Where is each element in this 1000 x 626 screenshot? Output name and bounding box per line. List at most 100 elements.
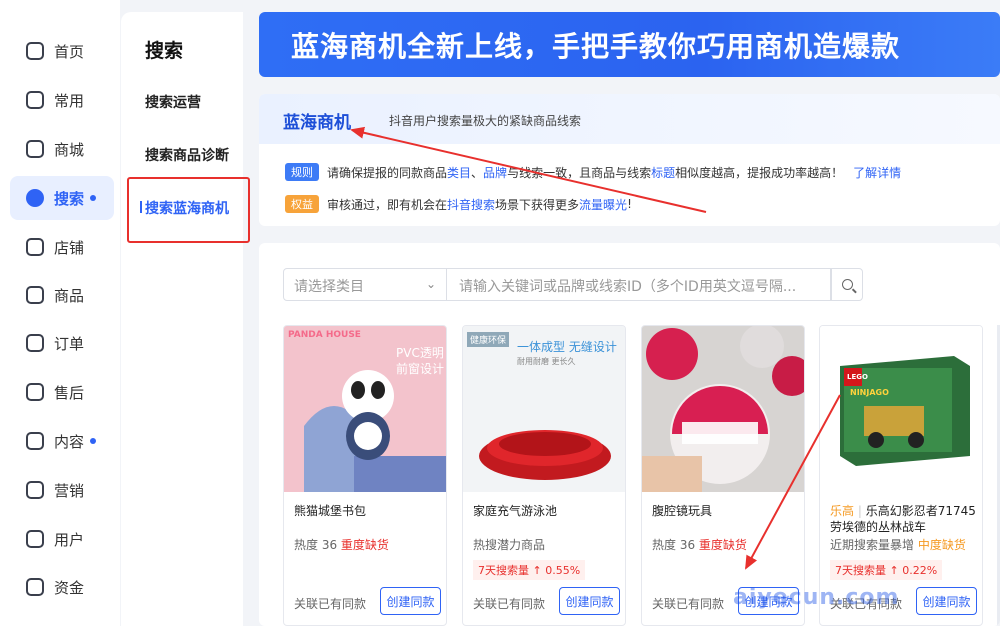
tv-icon: [26, 432, 44, 450]
heat-label: 近期搜索量暴增: [830, 538, 915, 552]
nav-item-funds[interactable]: 资金: [10, 565, 114, 609]
chevron-down-icon: ⌄: [425, 277, 436, 291]
nav-item-users[interactable]: 用户: [10, 517, 114, 561]
title-divider: |: [857, 504, 862, 518]
learn-more-link[interactable]: 了解详情: [853, 164, 901, 181]
product-card[interactable]: PANDA HOUSE PVC透明 前窗设计 熊猫城堡书包 热度 36 重度缺货…: [283, 325, 447, 626]
nav-item-content[interactable]: 内容: [10, 419, 114, 463]
subnav-title: 搜索: [145, 40, 184, 62]
product-meta: 热搜潜力商品: [473, 536, 545, 553]
wallet-icon: [26, 578, 44, 596]
heat-label: 热度 36: [652, 538, 696, 552]
info-panel: 蓝海商机 抖音用户搜索量极大的紧缺商品线索 规则 请确保提报的同款商品 类目 、…: [259, 94, 1000, 226]
nav-label: 资金: [54, 578, 85, 597]
watermark: aiyecun.com: [733, 585, 900, 610]
nav-label: 内容: [54, 432, 85, 451]
product-card[interactable]: LEGO NINJAGO 乐高 | 乐高幻影忍者71745劳埃德的丛林战车 近期…: [819, 325, 983, 626]
product-card[interactable]: 健康环保 一体成型 无缝设计 耐用耐磨 更长久 家庭充气游泳池 热搜潜力商品 7…: [462, 325, 626, 626]
order-icon: [26, 334, 44, 352]
benefit-link-search[interactable]: 抖音搜索: [447, 196, 495, 213]
nav-item-search[interactable]: 搜索: [10, 176, 114, 220]
nav-item-aftersale[interactable]: 售后: [10, 370, 114, 414]
rule-link-title[interactable]: 标题: [651, 164, 675, 181]
promo-banner[interactable]: 蓝海商机全新上线，手把手教你巧用商机造爆款: [259, 12, 1000, 77]
banner-text: 蓝海商机全新上线，手把手教你巧用商机造爆款: [291, 29, 901, 63]
product-image: [642, 326, 804, 492]
rule-text: 请确保提报的同款商品: [327, 165, 448, 180]
nav-label: 商品: [54, 286, 85, 305]
folder-icon: [26, 91, 44, 109]
info-subtitle: 抖音用户搜索量极大的紧缺商品线索: [389, 114, 582, 128]
benefit-text: 场景下获得更多: [495, 197, 580, 212]
rule-sep: 、: [471, 165, 484, 180]
nav-item-marketing[interactable]: 营销: [10, 468, 114, 512]
product-meta: 热度 36 重度缺货: [294, 536, 389, 553]
heat-label: 热搜潜力商品: [473, 538, 546, 552]
search-button[interactable]: [831, 268, 863, 301]
bag-icon: [26, 286, 44, 304]
rule-text: 与线索一致，且商品与线索: [507, 165, 652, 180]
main-nav: 首页 常用 商城 搜索 店铺 商品 订单 售后 内容 营销 用户 资金: [0, 0, 120, 626]
nav-item-common[interactable]: 常用: [10, 78, 114, 122]
image-caption: PVC透明: [396, 346, 444, 360]
product-image: PANDA HOUSE PVC透明 前窗设计: [284, 326, 446, 492]
subnav-item-search-diagnosis[interactable]: 搜索商品诊断: [145, 145, 229, 165]
nav-item-products[interactable]: 商品: [10, 273, 114, 317]
search-trend-badge: 7天搜索量 ↑ 0.22%: [830, 560, 943, 580]
brand-tag: 乐高: [830, 504, 855, 518]
category-placeholder: 请选择类目: [294, 279, 364, 295]
category-select[interactable]: 请选择类目 ⌄: [283, 268, 447, 301]
image-caption: 前窗设计: [396, 362, 445, 376]
new-dot: [90, 438, 97, 444]
rule-tag: 规则: [285, 163, 319, 181]
benefit-tag: 权益: [285, 195, 319, 213]
stock-status: 中度缺货: [917, 538, 966, 552]
heat-label: 热度 36: [294, 538, 338, 552]
nav-item-orders[interactable]: 订单: [10, 321, 114, 365]
nav-item-mall[interactable]: 商城: [10, 127, 114, 171]
create-same-button[interactable]: 创建同款: [380, 587, 441, 615]
nav-item-shop[interactable]: 店铺: [10, 225, 114, 269]
megaphone-icon: [26, 481, 44, 499]
nav-label: 售后: [54, 383, 85, 402]
product-card[interactable]: 腹腔镜玩具 热度 36 重度缺货 关联已有同款 创建同款: [641, 325, 805, 626]
create-same-button[interactable]: 创建同款: [916, 587, 977, 615]
keyword-search-input[interactable]: 请输入关键词或品牌或线索ID（多个ID用英文逗号隔...: [447, 268, 831, 301]
stock-status: 重度缺货: [340, 538, 389, 552]
search-nav-icon: [26, 189, 44, 207]
create-same-button[interactable]: 创建同款: [559, 587, 620, 615]
product-title: 熊猫城堡书包: [294, 504, 367, 518]
nav-label: 用户: [54, 530, 85, 549]
return-icon: [26, 383, 44, 401]
assoc-text: 关联已有同款: [652, 597, 725, 611]
product-title: 腹腔镜玩具: [652, 504, 713, 518]
product-image: LEGO NINJAGO: [820, 326, 982, 492]
nav-item-home[interactable]: 首页: [10, 29, 114, 73]
user-icon: [26, 530, 44, 548]
nav-label: 首页: [54, 42, 85, 61]
nav-label: 商城: [54, 140, 85, 159]
stock-status: 重度缺货: [698, 538, 747, 552]
rule-link-brand[interactable]: 品牌: [483, 164, 507, 181]
product-image: 健康环保 一体成型 无缝设计 耐用耐磨 更长久: [463, 326, 625, 492]
highlight-box: [127, 177, 250, 243]
rule-link-category[interactable]: 类目: [447, 164, 471, 181]
image-caption: NINJAGO: [850, 388, 889, 397]
nav-label: 搜索: [54, 189, 85, 208]
product-title: 乐高 | 乐高幻影忍者71745劳埃德的丛林战车: [830, 503, 980, 535]
info-header: [259, 94, 1000, 144]
image-brand: PANDA HOUSE: [288, 330, 361, 340]
nav-label: 常用: [54, 91, 85, 110]
assoc-text: 关联已有同款: [473, 597, 546, 611]
product-title: 家庭充气游泳池: [473, 504, 558, 518]
shop-icon: [26, 238, 44, 256]
info-title: 蓝海商机: [283, 113, 351, 133]
image-tag: 健康环保: [467, 332, 510, 347]
search-icon: [841, 279, 853, 290]
benefit-text: 审核通过，即有机会在: [327, 197, 448, 212]
benefit-link-traffic[interactable]: 流量曝光: [579, 196, 627, 213]
benefit-row: 权益 审核通过，即有机会在 抖音搜索 场景下获得更多 流量曝光 !: [285, 195, 632, 213]
nav-label: 店铺: [54, 238, 85, 257]
image-caption: 耐用耐磨 更长久: [517, 357, 576, 366]
subnav-item-search-ops[interactable]: 搜索运营: [145, 92, 201, 112]
